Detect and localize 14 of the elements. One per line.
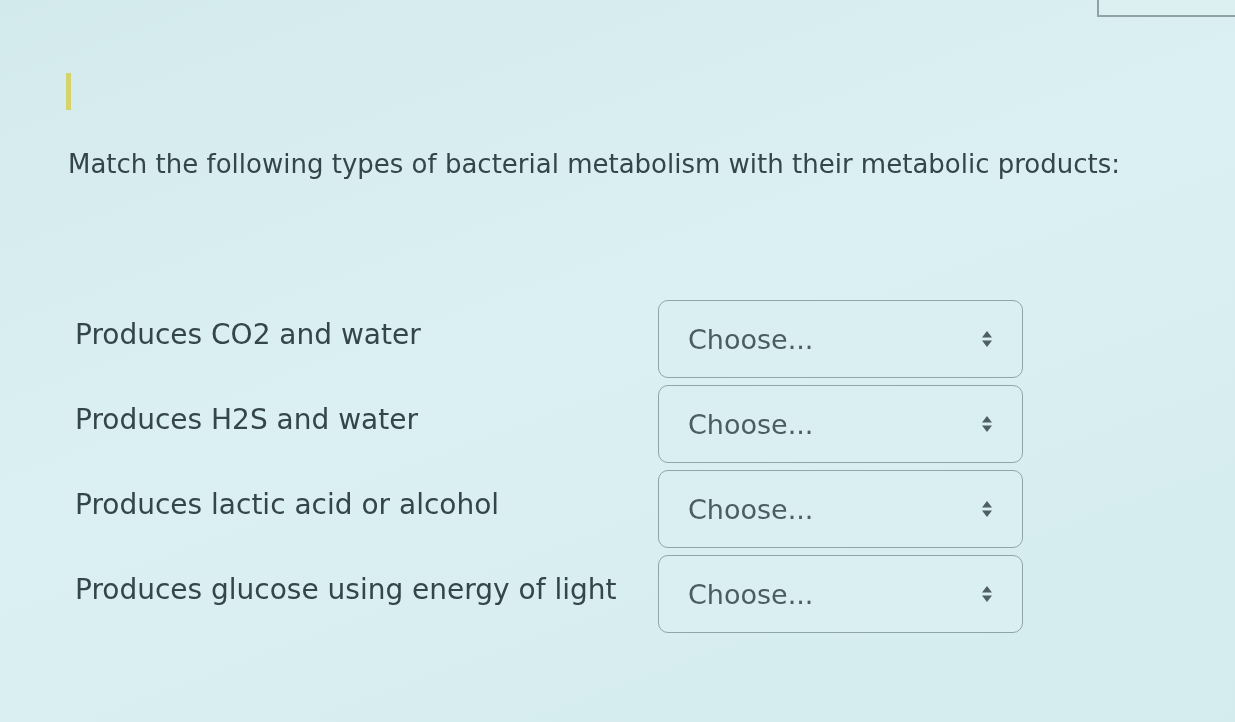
dropdown-select[interactable]: Choose... <box>658 385 1023 463</box>
dropdown-select[interactable]: Choose... <box>658 470 1023 548</box>
match-item-label: Produces glucose using energy of light <box>75 573 617 607</box>
match-item-label: Produces H2S and water <box>75 403 418 437</box>
match-item-label: Produces CO2 and water <box>75 318 421 352</box>
up-down-arrows-icon <box>982 501 992 517</box>
dropdown-select[interactable]: Choose... <box>658 300 1023 378</box>
match-item-label: Produces lactic acid or alcohol <box>75 488 500 522</box>
question-text: Match the following types of bacterial metabolism with their metabolic products: <box>68 148 1121 180</box>
dropdown-select[interactable]: Choose... <box>658 555 1023 633</box>
up-down-arrows-icon <box>982 586 992 602</box>
up-down-arrows-icon <box>982 416 992 432</box>
vertical-bar-icon <box>66 73 71 110</box>
up-down-arrows-icon <box>982 331 992 347</box>
